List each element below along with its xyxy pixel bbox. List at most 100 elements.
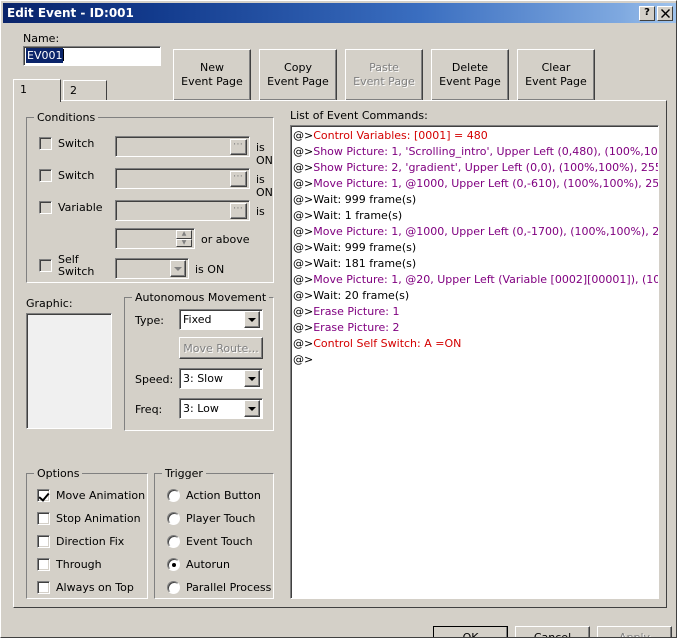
condition-switch1-suffix: is ON (256, 141, 273, 167)
condition-switch2-suffix: is ON (256, 173, 273, 199)
option-always-on-top[interactable]: Always on Top (37, 581, 134, 594)
option-move-animation[interactable]: Move Animation (37, 489, 145, 502)
trigger-autorun-radio[interactable] (167, 558, 180, 571)
tab-page-2[interactable]: 2 (63, 80, 107, 101)
chevron-down-icon[interactable] (244, 370, 260, 387)
event-command-line[interactable]: @>Wait: 999 frame(s) (293, 192, 658, 208)
window-title: Edit Event - ID:001 (7, 6, 134, 20)
event-command-text: Move Picture: 1, @1000, Upper Left (0,-6… (313, 177, 658, 190)
event-command-line[interactable]: @>Show Picture: 2, 'gradient', Upper Lef… (293, 160, 658, 176)
event-command-line[interactable]: @>Wait: 1 frame(s) (293, 208, 658, 224)
condition-variable-suffix: is (256, 205, 265, 218)
event-command-prefix: @> (293, 273, 314, 286)
chevron-down-icon[interactable] (244, 311, 260, 328)
option-stop-animation-label: Stop Animation (56, 512, 141, 525)
event-commands-list[interactable]: @>Control Variables: [0001] = 480 @>Show … (290, 125, 659, 599)
event-command-text: Erase Picture: 1 (313, 305, 400, 318)
trigger-action-button[interactable]: Action Button (167, 489, 261, 502)
condition-switch2-checkbox[interactable] (39, 169, 52, 182)
autonomous-movement-group: Autonomous Movement Type: Fixed Move Rou… (124, 291, 274, 431)
event-command-prefix: @> (293, 241, 314, 254)
movement-freq-value: 3: Low (183, 402, 219, 415)
trigger-parallel-process-radio[interactable] (167, 581, 180, 594)
trigger-event-touch-label: Event Touch (186, 535, 253, 548)
option-stop-animation[interactable]: Stop Animation (37, 512, 141, 525)
option-stop-animation-checkbox[interactable] (37, 512, 50, 525)
trigger-action-button-radio[interactable] (167, 489, 180, 502)
chevron-down-icon[interactable] (244, 400, 260, 417)
option-always-on-top-checkbox[interactable] (37, 581, 50, 594)
event-command-prefix: @> (293, 129, 314, 142)
help-button[interactable]: ? (639, 5, 655, 21)
tab-page-1[interactable]: 1 (13, 79, 61, 102)
event-commands-label: List of Event Commands: (290, 109, 428, 122)
title-bar[interactable]: Edit Event - ID:001 ? (3, 3, 676, 23)
cancel-button[interactable]: Cancel (515, 626, 590, 637)
event-command-prefix: @> (293, 161, 314, 174)
event-command-text: Wait: 999 frame(s) (313, 241, 417, 254)
movement-freq-combo[interactable]: 3: Low (179, 398, 263, 419)
trigger-event-touch-radio[interactable] (167, 535, 180, 548)
event-page-panel: Conditions Switch ⋯ is ON Switch ⋯ is ON… (13, 100, 667, 608)
apply-button: Apply (597, 626, 672, 638)
event-command-prefix: @> (293, 321, 314, 334)
trigger-event-touch[interactable]: Event Touch (167, 535, 253, 548)
option-move-animation-checkbox[interactable] (37, 489, 50, 502)
event-command-line[interactable]: @>Move Picture: 1, @20, Upper Left (Vari… (293, 272, 658, 288)
trigger-player-touch[interactable]: Player Touch (167, 512, 255, 525)
option-through[interactable]: Through (37, 558, 102, 571)
new-event-page-line1: New (200, 61, 224, 74)
condition-switch1-row[interactable]: Switch (39, 137, 94, 150)
trigger-player-touch-radio[interactable] (167, 512, 180, 525)
event-command-line[interactable]: @>Wait: 181 frame(s) (293, 256, 658, 272)
event-command-prefix: @> (293, 289, 314, 302)
event-command-prefix: @> (293, 257, 314, 270)
option-through-checkbox[interactable] (37, 558, 50, 571)
condition-switch2-row[interactable]: Switch (39, 169, 94, 182)
option-direction-fix[interactable]: Direction Fix (37, 535, 124, 548)
event-command-line[interactable]: @>Move Picture: 1, @1000, Upper Left (0,… (293, 224, 658, 240)
condition-variable-row[interactable]: Variable (39, 201, 103, 214)
event-command-line[interactable]: @>Wait: 999 frame(s) (293, 240, 658, 256)
clear-event-page-line1: Clear (541, 61, 571, 74)
event-command-line[interactable]: @>Erase Picture: 2 (293, 320, 658, 336)
event-command-text: Wait: 999 frame(s) (313, 193, 417, 206)
event-command-prefix: @> (293, 209, 314, 222)
condition-variable-browse-button: ⋯ (230, 202, 247, 219)
condition-selfswitch-checkbox[interactable] (39, 259, 52, 272)
ok-button[interactable]: OK (433, 626, 508, 638)
event-command-text: Wait: 181 frame(s) (313, 257, 417, 270)
condition-variable-checkbox[interactable] (39, 201, 52, 214)
condition-switch2-label: Switch (58, 169, 95, 182)
trigger-parallel-process[interactable]: Parallel Process (167, 581, 271, 594)
event-command-line[interactable]: @>Erase Picture: 1 (293, 304, 658, 320)
edit-event-dialog: Edit Event - ID:001 ? Name: EV001 New Ev… (0, 0, 677, 638)
event-command-line[interactable]: @> (293, 352, 658, 368)
trigger-autorun[interactable]: Autorun (167, 558, 230, 571)
event-command-line[interactable]: @>Wait: 20 frame(s) (293, 288, 658, 304)
event-command-line[interactable]: @>Move Picture: 1, @1000, Upper Left (0,… (293, 176, 658, 192)
ok-button-label: OK (462, 631, 479, 638)
movement-speed-value: 3: Slow (183, 372, 223, 385)
selfswitch-label-line2: Switch (58, 265, 95, 278)
event-command-line[interactable]: @>Control Variables: [0001] = 480 (293, 128, 658, 144)
close-icon[interactable] (657, 5, 673, 21)
graphic-preview[interactable] (26, 313, 112, 429)
close-glyph (660, 8, 670, 18)
event-command-text: Move Picture: 1, @1000, Upper Left (0,-1… (313, 225, 658, 238)
movement-speed-combo[interactable]: 3: Slow (179, 368, 263, 389)
chevron-down-icon (170, 260, 186, 277)
condition-switch1-checkbox[interactable] (39, 137, 52, 150)
option-direction-fix-checkbox[interactable] (37, 535, 50, 548)
event-command-line[interactable]: @>Control Self Switch: A =ON (293, 336, 658, 352)
event-command-line[interactable]: @>Show Picture: 1, 'Scrolling_intro', Up… (293, 144, 658, 160)
movement-type-combo[interactable]: Fixed (179, 309, 263, 330)
event-command-prefix: @> (293, 193, 314, 206)
event-command-text: Control Variables: [0001] = 480 (313, 129, 488, 142)
apply-button-label: Apply (618, 631, 651, 638)
name-input[interactable]: EV001 (23, 46, 161, 66)
event-command-prefix: @> (293, 177, 314, 190)
event-command-text: Wait: 1 frame(s) (313, 209, 403, 222)
condition-selfswitch-row[interactable]: Self Switch (39, 254, 94, 278)
movement-type-value: Fixed (183, 313, 212, 326)
